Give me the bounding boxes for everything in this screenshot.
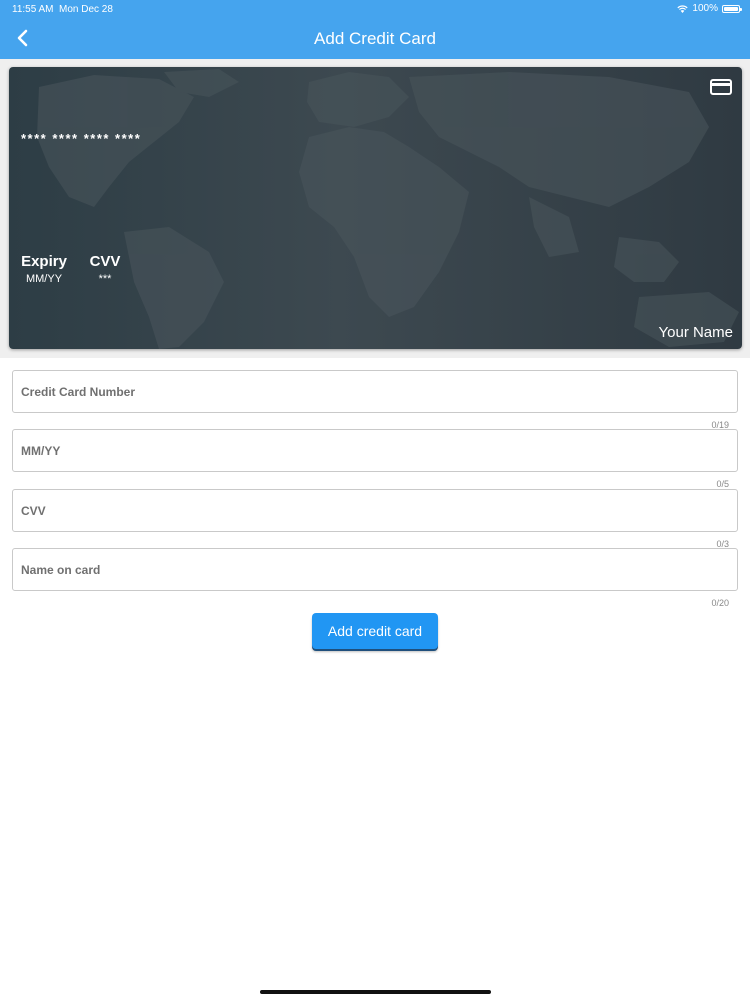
cvv-label: CVV	[89, 253, 121, 270]
cvv-display: CVV ***	[88, 253, 122, 285]
credit-card-icon	[710, 79, 732, 95]
wifi-icon	[677, 4, 689, 13]
cvv-input[interactable]	[13, 490, 737, 531]
add-credit-card-button[interactable]: Add credit card	[312, 613, 438, 649]
cvv-field[interactable]	[12, 489, 738, 532]
home-indicator	[260, 990, 491, 994]
nav-bar: Add Credit Card	[0, 18, 750, 59]
expiry-input[interactable]	[13, 430, 737, 471]
credit-card-preview: **** **** **** **** Expiry MM/YY CVV ***…	[9, 67, 742, 349]
card-number-display: **** **** **** ****	[21, 131, 142, 146]
expiry-field[interactable]	[12, 429, 738, 472]
expiry-label: Expiry	[21, 253, 67, 270]
battery-percent: 100%	[692, 3, 718, 14]
status-time: 11:55 AM	[12, 4, 54, 15]
page-title: Add Credit Card	[314, 29, 436, 48]
status-right: 100%	[677, 3, 742, 14]
expiry-display: Expiry MM/YY	[21, 253, 67, 285]
card-preview-area: **** **** **** **** Expiry MM/YY CVV ***…	[0, 59, 750, 358]
battery-icon	[722, 4, 742, 13]
card-number-input[interactable]	[13, 371, 737, 412]
status-bar: 11:55 AM Mon Dec 28 100%	[0, 0, 750, 18]
world-map-background	[37, 69, 739, 349]
status-date: Mon Dec 28	[59, 4, 113, 15]
card-holder-name-display: Your Name	[658, 324, 734, 341]
name-on-card-input[interactable]	[13, 549, 737, 590]
card-number-field[interactable]	[12, 370, 738, 413]
expiry-value: MM/YY	[25, 273, 63, 285]
name-on-card-field[interactable]	[12, 548, 738, 591]
cvv-value: ***	[98, 273, 112, 285]
name-on-card-counter: 0/20	[711, 598, 729, 608]
expiry-counter: 0/5	[716, 479, 729, 489]
